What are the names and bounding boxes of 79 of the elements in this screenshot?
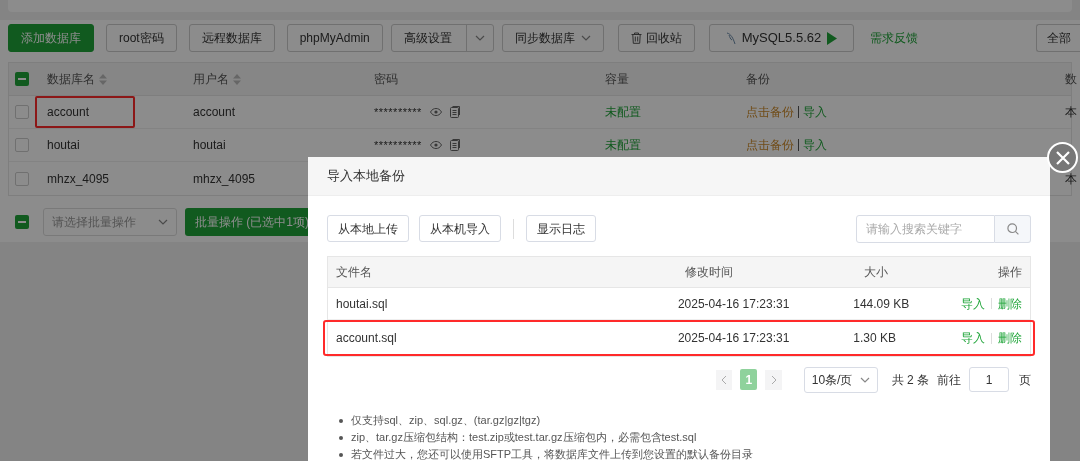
page-input[interactable]: 1 [969,367,1009,392]
import-link[interactable]: 导入 [961,329,985,347]
goto-label: 前往 [937,371,961,389]
file-size: 144.09 KB [853,296,910,311]
filter-button[interactable]: 全部 [1036,24,1080,52]
capacity-status: 未配置 [605,138,641,152]
advanced-settings-button[interactable]: 高级设置 [390,24,494,52]
column-header: 修改时间 [685,265,733,279]
search-icon[interactable] [1006,222,1019,235]
eye-icon[interactable] [429,141,442,149]
sort-icon[interactable] [233,73,241,85]
checkbox[interactable] [15,215,29,229]
dialog-button[interactable]: 从本地上传 [327,215,409,242]
caret-icon [580,35,591,41]
page-size-select[interactable]: 10条/页 [803,366,878,393]
file-size: 1.30 KB [853,331,896,345]
bullet-icon [339,452,343,457]
column-header: 数 [1065,71,1077,88]
storage-location: 本 [1065,105,1077,119]
copy-icon[interactable] [449,139,460,151]
total-count: 共 2 条 [891,371,929,389]
column-header: 备份 [746,71,770,88]
import-link[interactable]: 导入 [961,294,985,313]
next-page-icon[interactable] [770,374,777,385]
previous-page-icon[interactable] [721,374,728,385]
note-text: 若文件过大，您还可以使用SFTP工具，将数据库文件上传到您设置的默认备份目录 [351,447,754,461]
mysql-version-button[interactable]: MySQL5.5.62 [708,24,855,52]
capacity-status: 未配置 [605,105,641,119]
username: houtai [193,138,226,152]
note-text: 仅支持sql、zip、sql.gz、(tar.gz|gz|tgz) [351,413,541,428]
eye-icon[interactable] [429,108,442,116]
note-text: zip、tar.gz压缩包结构：test.zip或test.tar.gz压缩包内，必需包含test.sql [351,430,697,445]
search-field[interactable]: 请输入搜索关键字 [856,214,995,243]
storage-location: 本 [1065,171,1077,186]
column-header: 容量 [605,71,629,88]
add-database-button[interactable]: 添加数据库 [8,24,94,52]
column-header: 大小 [864,265,888,279]
checkbox[interactable] [15,105,29,119]
dialog-button[interactable]: 从本机导入 [419,215,501,242]
bullet-icon [339,435,343,440]
file-name: account.sql [336,331,397,345]
column-header: 操作 [998,265,1022,279]
toolbar-button[interactable]: root密码 [106,24,177,52]
toolbar-button[interactable]: 远程数据库 [188,24,275,52]
column-header: 数据库名 [47,71,95,88]
dialog-button[interactable]: 显示日志 [526,215,596,242]
sort-icon[interactable] [99,73,107,85]
database-name: account [35,96,135,128]
database-name: houtai [47,137,80,154]
username: account [193,105,236,119]
delete-link[interactable]: 删除 [998,294,1022,313]
checkbox[interactable] [15,72,29,86]
caret-icon [158,219,168,225]
dialog-title: 导入本地备份 [327,167,405,186]
dolphin-icon [725,31,736,45]
column-header: 密码 [374,71,398,88]
caret-icon [474,35,485,41]
trash-icon [630,32,642,44]
play-icon [827,31,838,45]
column-header: 用户名 [193,71,229,88]
username: mhzx_4095 [193,171,256,186]
modified-time: 2025-04-16 17:23:31 [677,331,790,345]
recycle-bin-button[interactable]: 回收站 [617,24,695,52]
copy-icon[interactable] [449,106,460,118]
checkbox[interactable] [15,138,29,152]
file-name: houtai.sql [336,296,388,311]
caret-icon [859,376,870,383]
page-unit: 页 [1019,371,1031,389]
checkbox[interactable] [15,171,29,186]
column-header: 文件名 [336,265,372,279]
toolbar-button[interactable]: phpMyAdmin [286,24,383,52]
masked-password: ********** [374,137,422,153]
sync-database-button[interactable]: 同步数据库 [501,24,604,52]
masked-password: ********** [374,104,422,120]
close-icon [1055,150,1070,165]
bullet-icon [339,418,343,423]
database-name: mhzx_4095 [47,170,110,188]
modified-time: 2025-04-16 17:23:31 [677,296,790,311]
delete-link[interactable]: 删除 [998,329,1022,347]
